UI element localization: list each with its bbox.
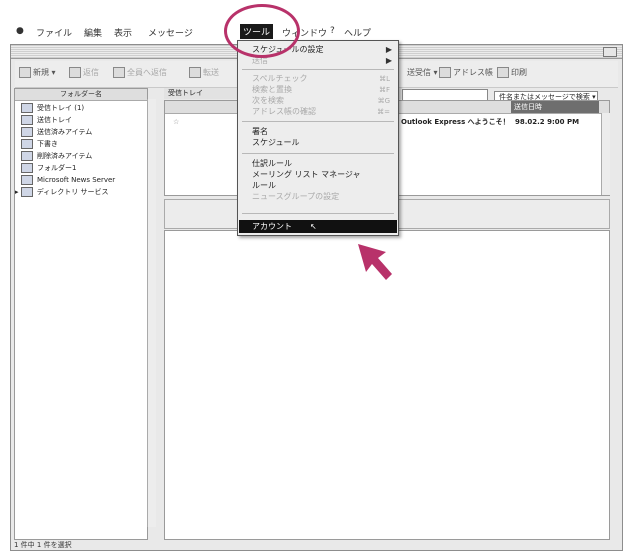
pointer-arrow-icon [358,244,392,280]
menu-item-sort-rules[interactable]: 仕訳ルール [252,159,292,169]
reply-button[interactable]: 返信 [69,67,99,78]
outbox-icon [21,115,33,125]
sent-icon [21,127,33,137]
address-book-icon [439,67,451,78]
folder-news-server[interactable]: Microsoft News Server [21,175,115,186]
forward-button[interactable]: 転送 [189,67,219,78]
menu-item-accounts[interactable]: アカウント ↖ [239,220,397,233]
address-book-button[interactable]: アドレス帳 [439,67,493,78]
menu-item-signature[interactable]: 署名 [252,127,268,137]
folder-icon [21,163,33,173]
folder-column-header[interactable]: フォルダー名 [15,89,147,101]
shortcut-check-address: ⌘= [377,108,390,116]
menu-item-schedule[interactable]: スケジュール [252,138,299,148]
cursor-icon: ↖ [310,222,317,231]
menu-separator [242,153,394,154]
menu-separator [242,121,394,122]
menu-item-newsgroup-settings[interactable]: ニュースグループの設定 [252,192,339,202]
menu-item-mailing-list-manager[interactable]: メーリング リスト マネージャ [252,170,361,180]
folder-sent[interactable]: 送信済みアイテム [21,127,92,138]
menu-help[interactable]: ヘルプ [344,26,371,39]
menu-item-spellcheck[interactable]: スペルチェック [252,74,307,84]
menu-bar: ● ファイル 編集 表示 メッセージ ツール ウィンドウ ? ヘルプ [10,22,625,42]
shortcut-find-replace: ⌘F [378,86,390,94]
reply-icon [69,67,81,78]
menu-edit[interactable]: 編集 [84,26,102,39]
pointer-arrow-shape [358,244,392,280]
menu-item-check-address[interactable]: アドレス帳の確認 [252,107,316,117]
menu-file[interactable]: ファイル [36,26,72,39]
submenu-arrow-icon: ▶ [385,45,392,54]
zoom-box-icon[interactable] [603,47,617,57]
forward-icon [189,67,201,78]
menu-item-find-next[interactable]: 次を検索 [252,96,284,106]
menu-item-rules[interactable]: ルール [252,181,276,191]
printer-icon [497,67,509,78]
folder-pane: フォルダー名 受信トレイ (1) 送信トレイ 送信済みアイテム 下書き 削除済み… [14,88,156,540]
news-server-icon [21,175,33,185]
menu-separator [242,69,394,70]
apple-menu-icon[interactable]: ● [16,26,24,36]
folder-outbox[interactable]: 送信トレイ [21,115,72,126]
list-scrollbar[interactable] [601,113,610,195]
message-date: 98.02.2 9:00 PM [515,118,580,126]
menu-separator [242,213,394,214]
shortcut-spellcheck: ⌘L [379,75,390,83]
status-bar: 1 件中 1 件を選択 [14,541,72,549]
inbox-icon [21,103,33,113]
highlight-circle [224,4,300,58]
folder-drafts[interactable]: 下書き [21,139,58,150]
folder-inbox[interactable]: 受信トレイ (1) [21,103,84,114]
folder-deleted[interactable]: 削除済みアイテム [21,151,92,162]
message-subject: Outlook Express へようこそ！ [401,118,510,126]
send-receive-button[interactable]: 送受信 ▾ [407,67,438,78]
folder-directory[interactable]: ▸ ディレクトリ サービス [15,187,109,198]
new-button[interactable]: 新規 ▾ [19,67,56,78]
star-icon: ☆ [173,118,180,126]
folder-scrollbar[interactable] [147,99,156,527]
help-icon: ? [330,26,335,36]
menu-item-find-replace[interactable]: 検索と置換 [252,85,292,95]
menu-view[interactable]: 表示 [114,26,132,39]
new-mail-icon [19,67,31,78]
reply-all-button[interactable]: 全員へ返信 [113,67,167,78]
tools-menu-dropdown: スケジュールの設定 ▶ 送信 ▶ スペルチェック ⌘L 検索と置換 ⌘F 次を検… [237,40,399,236]
directory-icon [20,187,33,197]
trash-icon [21,151,33,161]
menu-message[interactable]: メッセージ [148,26,193,39]
print-button[interactable]: 印刷 [497,67,527,78]
drafts-icon [21,139,33,149]
column-header-date[interactable]: 送信日時 [511,101,599,113]
reply-all-icon [113,67,125,78]
folder-custom[interactable]: フォルダー1 [21,163,76,174]
submenu-arrow-icon: ▶ [385,56,392,65]
shortcut-find-next: ⌘G [377,97,390,105]
